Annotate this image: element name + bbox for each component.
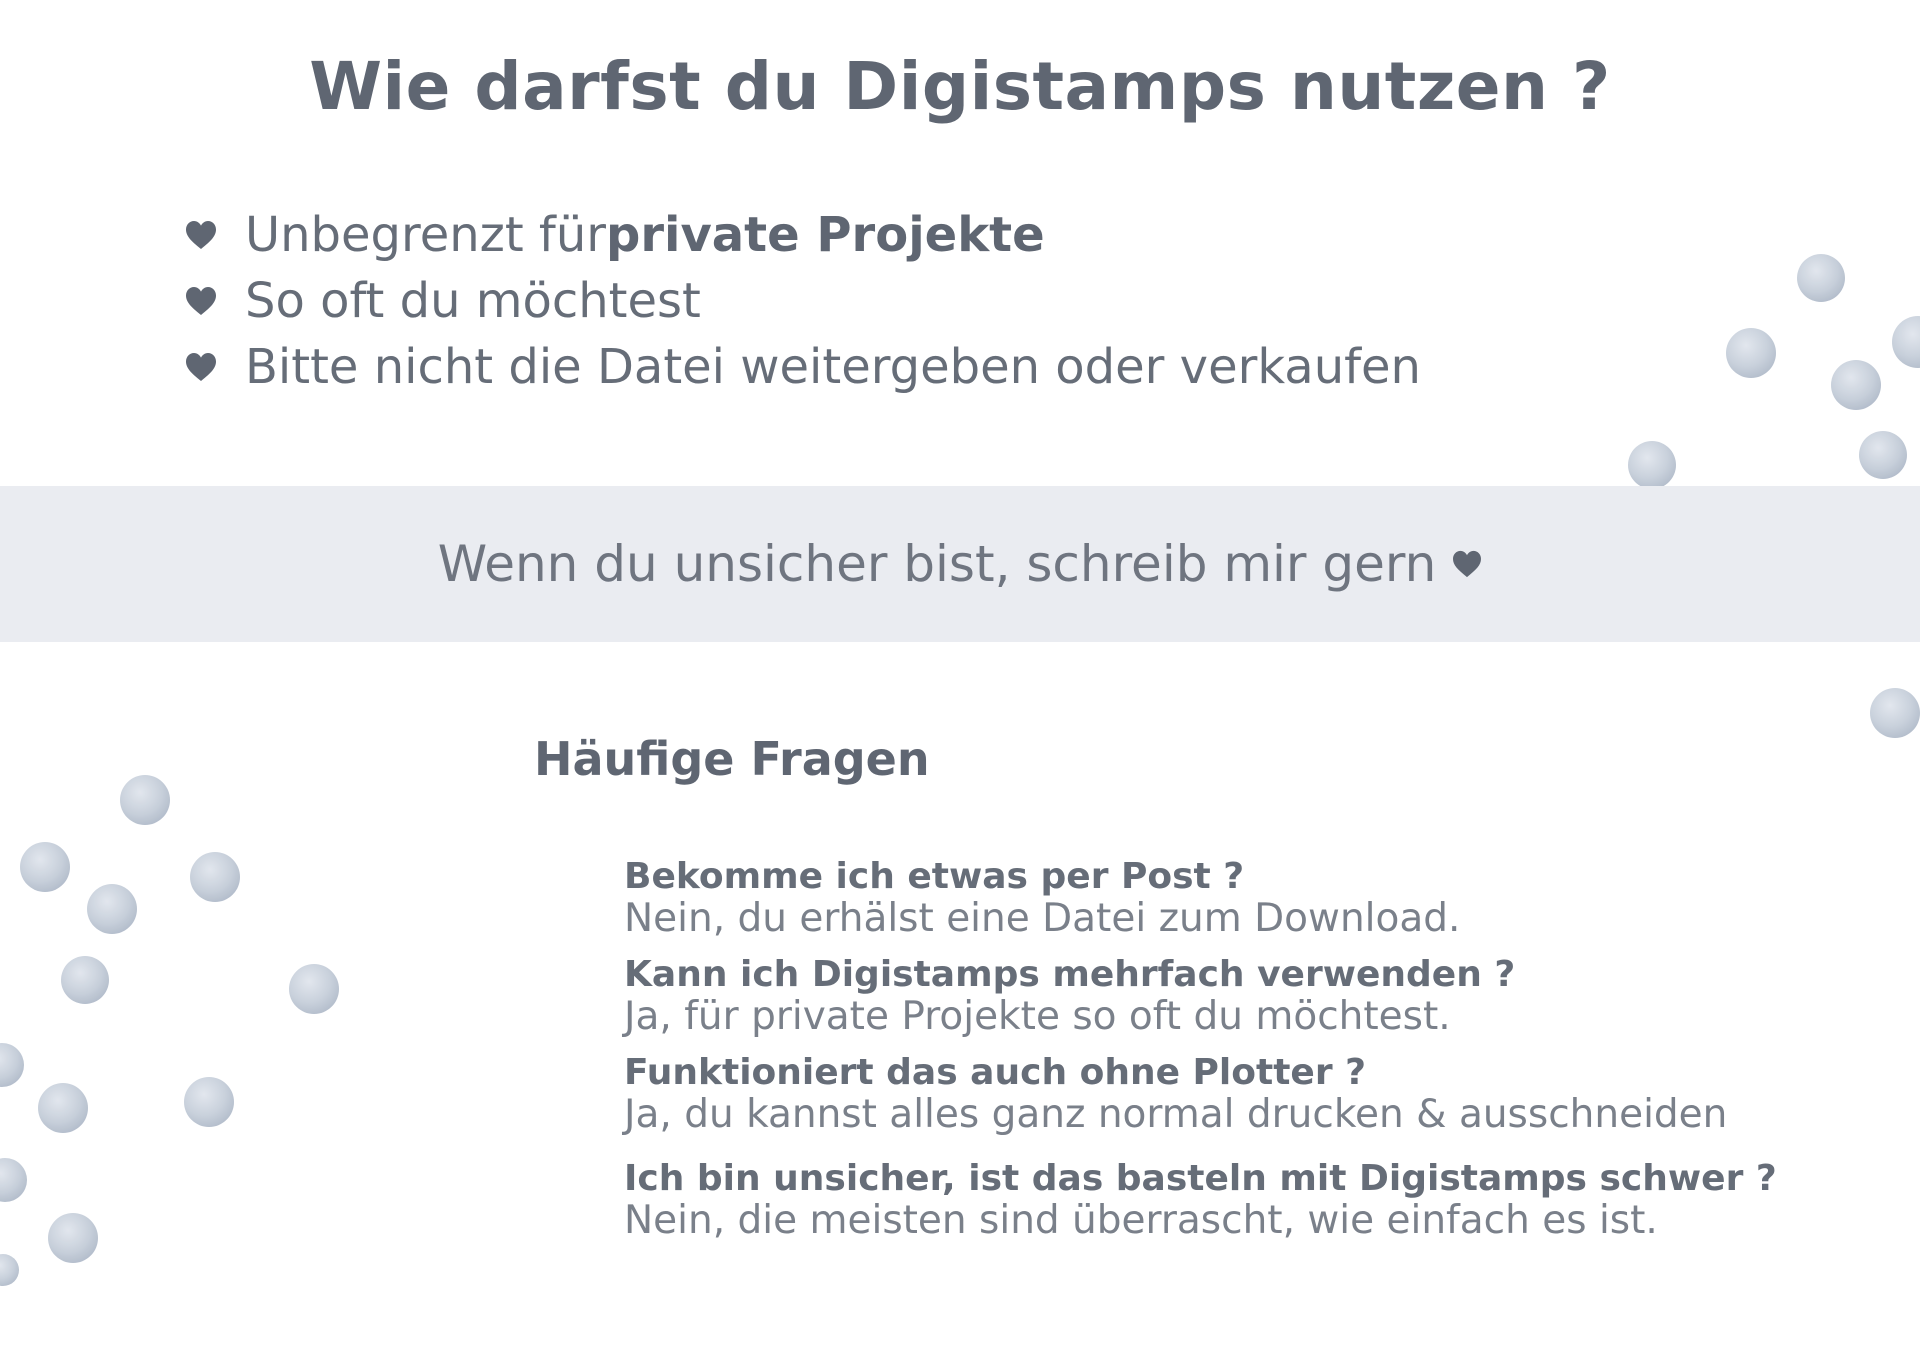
faq-answer: Nein, du erhälst eine Datei zum Download… bbox=[624, 896, 1461, 941]
heart-icon bbox=[186, 221, 216, 249]
faq-item: Bekomme ich etwas per Post ? Nein, du er… bbox=[624, 856, 1884, 940]
contact-banner: Wenn du unsicher bist, schreib mir gern bbox=[0, 486, 1920, 642]
decor-dot bbox=[184, 1077, 234, 1127]
page-title: Wie darfst du Digistamps nutzen ? bbox=[309, 48, 1611, 125]
faq-answer: Nein, die meisten sind überrascht, wie e… bbox=[624, 1198, 1658, 1243]
faq-answer: Ja, für private Projekte so oft du möcht… bbox=[624, 994, 1451, 1039]
faq-list: Bekomme ich etwas per Post ? Nein, du er… bbox=[624, 856, 1884, 1256]
usage-item: So oft du möchtest bbox=[185, 268, 1421, 334]
decor-dot bbox=[0, 1043, 24, 1087]
faq-item: Funktioniert das auch ohne Plotter ? Ja,… bbox=[624, 1052, 1884, 1136]
decor-dot bbox=[87, 884, 137, 934]
faq-item: Kann ich Digistamps mehrfach verwenden ?… bbox=[624, 954, 1884, 1038]
usage-text: Bitte nicht die Datei weitergeben oder v… bbox=[245, 339, 1421, 395]
faq-answer: Ja, du kannst alles ganz normal drucken … bbox=[624, 1092, 1728, 1137]
faq-item: Ich bin unsicher, ist das basteln mit Di… bbox=[624, 1158, 1884, 1242]
faq-question: Funktioniert das auch ohne Plotter ? bbox=[624, 1052, 1367, 1093]
decor-dot bbox=[1628, 441, 1676, 489]
decor-dot bbox=[120, 775, 170, 825]
decor-dot bbox=[38, 1083, 88, 1133]
decor-dot bbox=[1859, 431, 1907, 479]
faq-question: Bekomme ich etwas per Post ? bbox=[624, 856, 1245, 897]
heart-icon bbox=[186, 287, 216, 315]
heart-icon bbox=[186, 353, 216, 381]
faq-heading: Häufige Fragen bbox=[534, 732, 930, 786]
heart-icon bbox=[1453, 550, 1482, 578]
usage-item: Bitte nicht die Datei weitergeben oder v… bbox=[185, 334, 1421, 400]
decor-dot bbox=[190, 852, 240, 902]
decor-dot bbox=[61, 956, 109, 1004]
decor-dot bbox=[1726, 328, 1776, 378]
decor-dot bbox=[48, 1213, 98, 1263]
page: Wie darfst du Digistamps nutzen ? Unbegr… bbox=[0, 0, 1920, 1350]
faq-question: Ich bin unsicher, ist das basteln mit Di… bbox=[624, 1158, 1777, 1199]
decor-dot bbox=[1892, 316, 1920, 368]
usage-item: Unbegrenzt für private Projekte bbox=[185, 202, 1421, 268]
contact-banner-text: Wenn du unsicher bist, schreib mir gern bbox=[437, 535, 1437, 593]
usage-list: Unbegrenzt für private Projekte So oft d… bbox=[185, 202, 1421, 400]
decor-dot bbox=[1797, 254, 1845, 302]
decor-dot bbox=[0, 1254, 19, 1286]
decor-dot bbox=[289, 964, 339, 1014]
decor-dot bbox=[1831, 360, 1881, 410]
usage-text: Unbegrenzt für bbox=[245, 207, 606, 263]
faq-question: Kann ich Digistamps mehrfach verwenden ? bbox=[624, 954, 1516, 995]
decor-dot bbox=[0, 1158, 27, 1202]
usage-bold-text: private Projekte bbox=[605, 207, 1045, 263]
usage-text: So oft du möchtest bbox=[245, 273, 701, 329]
decor-dot bbox=[20, 842, 70, 892]
decor-dot bbox=[1870, 688, 1920, 738]
